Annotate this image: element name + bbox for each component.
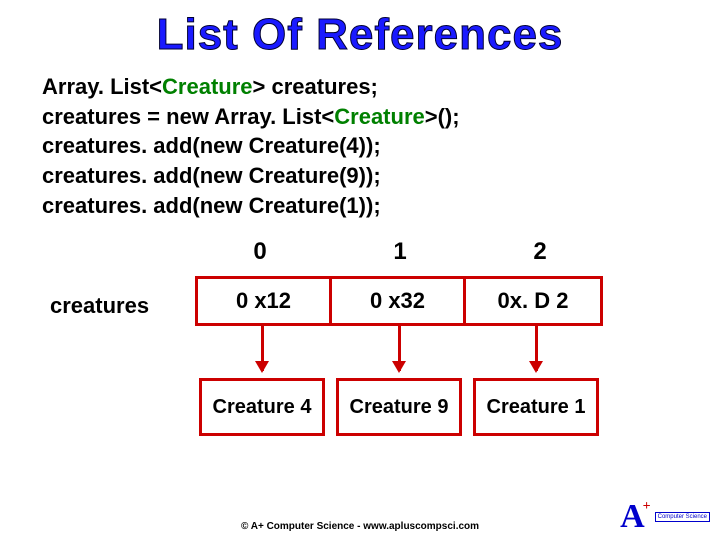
- code-block: Array. List<Creature> creatures; creatur…: [0, 60, 720, 220]
- reference-diagram: creatures 0 1 2 0 x12 0 x32 0x. D 2 Crea…: [0, 238, 720, 478]
- code-line-1: Array. List<Creature> creatures;: [42, 72, 678, 102]
- ref-cell-0: 0 x12: [198, 279, 332, 323]
- ref-cell-2: 0x. D 2: [466, 279, 600, 323]
- code-line-5: creatures. add(new Creature(1));: [42, 191, 678, 221]
- arrow-0: [261, 323, 264, 371]
- object-box-1: Creature 9: [336, 378, 462, 436]
- index-1: 1: [335, 238, 465, 266]
- logo-plus-icon: +: [643, 499, 651, 515]
- arrow-2: [535, 323, 538, 371]
- code-text: Array. List<: [42, 74, 162, 99]
- object-box-0: Creature 4: [199, 378, 325, 436]
- code-text: creatures = new Array. List<: [42, 104, 334, 129]
- type-param: Creature: [162, 74, 252, 99]
- type-param: Creature: [334, 104, 424, 129]
- code-line-3: creatures. add(new Creature(4));: [42, 131, 678, 161]
- code-line-2: creatures = new Array. List<Creature>();: [42, 102, 678, 132]
- code-line-4: creatures. add(new Creature(9));: [42, 161, 678, 191]
- index-2: 2: [475, 238, 605, 266]
- array-label: creatures: [50, 293, 149, 319]
- slide-title: List Of References: [0, 0, 720, 60]
- ref-cell-1: 0 x32: [332, 279, 466, 323]
- code-text: > creatures;: [253, 74, 378, 99]
- object-box-2: Creature 1: [473, 378, 599, 436]
- logo-letter: A: [620, 500, 645, 534]
- arrow-1: [398, 323, 401, 371]
- index-0: 0: [195, 238, 325, 266]
- copyright-footer: © A+ Computer Science - www.apluscompsci…: [0, 521, 720, 532]
- reference-row: 0 x12 0 x32 0x. D 2: [195, 276, 603, 326]
- code-text: >();: [425, 104, 460, 129]
- logo-text: Computer Science: [655, 512, 710, 522]
- aplus-logo: A + Computer Science: [620, 500, 710, 534]
